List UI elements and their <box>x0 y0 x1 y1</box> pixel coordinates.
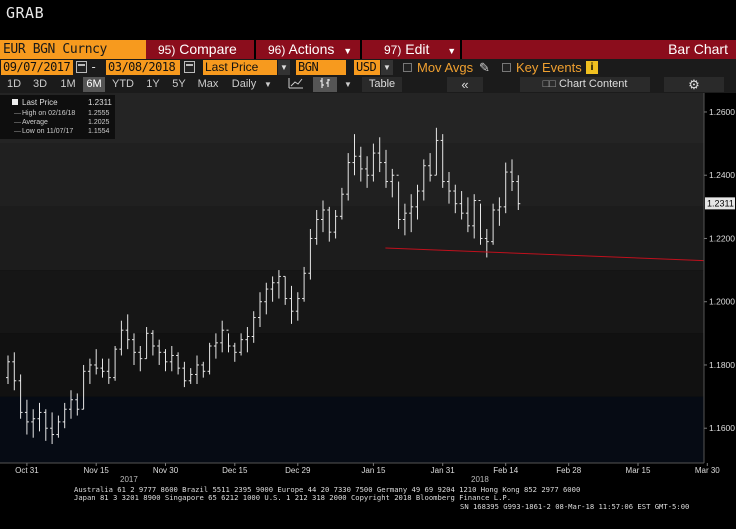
edit-num: 97) <box>384 43 402 57</box>
pencil-icon[interactable]: ✎ <box>479 60 490 75</box>
edit-label: Edit <box>405 41 430 57</box>
legend-value-low: 1.1554 <box>88 128 110 135</box>
range-6m-button[interactable]: 6M <box>83 77 105 92</box>
last-price-tag-label: 1.2311 <box>707 198 734 208</box>
background-band <box>0 206 704 271</box>
legend-marker-avg: — <box>14 119 21 126</box>
frequency-select[interactable]: Daily <box>226 77 262 92</box>
y-tick-labels: 1.1600 1.1800 1.2000 1.2200 1.2400 1.2600 <box>704 107 735 433</box>
y-tick-label: 1.2400 <box>709 170 735 180</box>
window-title: GRAB <box>6 4 45 22</box>
x-tick-label: Nov 30 <box>153 466 179 475</box>
range-max-button[interactable]: Max <box>195 77 221 92</box>
x-tick-label: Mar 30 <box>695 466 720 475</box>
toolbar-primary: 09/07/2017 - 03/08/2018 Last Price ▼ BGN… <box>0 59 736 76</box>
legend-label-last: Last Price <box>22 98 58 107</box>
legend-label-low: Low on 11/07/17 <box>22 128 73 135</box>
mov-avgs-checkbox[interactable] <box>403 63 412 72</box>
y-tick-label: 1.2600 <box>709 107 735 117</box>
chevron-down-icon: ▼ <box>447 46 457 56</box>
line-chart-icon[interactable] <box>284 77 308 92</box>
chart-content-button[interactable]: □□ Chart Content <box>520 77 650 92</box>
x-tick-label: Dec 15 <box>222 466 248 475</box>
mov-avgs-label[interactable]: Mov Avgs <box>417 60 473 75</box>
y-tick-label: 1.1800 <box>709 360 735 370</box>
x-tick-label: Nov 15 <box>84 466 110 475</box>
legend-value-last: 1.2311 <box>88 98 112 107</box>
chevron-down-icon[interactable]: ▼ <box>262 77 274 92</box>
x-tick-label: Dec 29 <box>285 466 311 475</box>
edit-menu[interactable]: 97) Edit ▼ <box>384 40 456 59</box>
price-chart[interactable]: 1.1600 1.1800 1.2000 1.2200 1.2400 1.2600 1.2… <box>0 93 736 529</box>
source-input[interactable]: BGN <box>296 60 346 75</box>
ticker-field[interactable]: EUR BGN Curncy <box>0 40 146 59</box>
legend-value-high: 1.2555 <box>88 110 110 117</box>
last-price-tag: 1.2311 <box>705 197 735 210</box>
y-tick-label: 1.1600 <box>709 423 735 433</box>
x-tick-label: Feb 14 <box>493 466 518 475</box>
footer-line2: Japan 81 3 3201 8900 Singapore 65 6212 1… <box>74 493 511 502</box>
date-dash: - <box>90 60 97 74</box>
range-5y-button[interactable]: 5Y <box>168 77 190 92</box>
compare-num: 95) <box>158 43 176 57</box>
legend-marker-high: — <box>14 110 21 117</box>
calendar-icon[interactable] <box>76 61 87 73</box>
range-3d-button[interactable]: 3D <box>28 77 52 92</box>
chevron-down-icon: ▼ <box>343 46 353 56</box>
toolbar-secondary: 1D 3D 1M 6M YTD 1Y 5Y Max Daily ▼ ▼ Tabl… <box>0 76 736 93</box>
chart-content-label: Chart Content <box>558 78 628 90</box>
actions-menu[interactable]: 96) Actions ▼ <box>268 40 352 59</box>
x-tick-label: Mar 15 <box>626 466 651 475</box>
info-icon[interactable]: i <box>586 61 598 74</box>
legend-marker-low: — <box>14 128 21 135</box>
legend-label-avg: Average <box>22 119 48 126</box>
bar-chart-icon[interactable] <box>313 77 337 92</box>
legend: Last Price 1.2311 — High on 02/16/18 1.2… <box>0 95 115 139</box>
x-tick-label: Jan 31 <box>431 466 456 475</box>
legend-label-high: High on 02/16/18 <box>22 110 75 117</box>
y-tick-label: 1.2000 <box>709 297 735 307</box>
collapse-left-icon[interactable]: « <box>447 77 483 92</box>
x-tick-label: Feb 28 <box>556 466 581 475</box>
background-band <box>0 143 704 207</box>
chevron-down-icon[interactable]: ▼ <box>381 60 393 75</box>
range-ytd-button[interactable]: YTD <box>109 77 137 92</box>
key-events-label[interactable]: Key Events <box>516 60 582 75</box>
x-tick-labels: Oct 31 Nov 15 Nov 30 Dec 15 Dec 29 Jan 15 Jan … <box>15 463 720 475</box>
chart-content-icon: □□ <box>542 78 559 90</box>
gear-icon[interactable]: ⚙ <box>664 77 724 92</box>
chevron-down-icon[interactable]: ▼ <box>342 77 354 92</box>
actions-label: Actions <box>288 41 335 57</box>
end-date-input[interactable]: 03/08/2018 <box>106 60 180 75</box>
x-tick-label: Oct 31 <box>15 466 39 475</box>
footer: Australia 61 2 9777 8600 Brazil 5511 239… <box>74 485 689 511</box>
actions-num: 96) <box>268 43 286 57</box>
key-events-checkbox[interactable] <box>502 63 511 72</box>
chevron-down-icon[interactable]: ▼ <box>278 60 290 75</box>
range-1d-button[interactable]: 1D <box>3 77 25 92</box>
footer-line3: SN 168395 G993-1861-2 08-Mar-18 11:57:06… <box>460 502 689 511</box>
menu-bar: EUR BGN Curncy 95) Compare 96) Actions ▼… <box>0 40 736 59</box>
year-label-2017: 2017 <box>120 475 138 484</box>
title-bar: GRAB <box>0 0 736 40</box>
start-date-input[interactable]: 09/07/2017 <box>1 60 73 75</box>
legend-value-avg: 1.2025 <box>88 119 110 126</box>
calendar-icon[interactable] <box>184 61 195 73</box>
year-labels: 2017 2018 <box>120 475 489 484</box>
currency-input[interactable]: USD <box>354 60 380 75</box>
table-button[interactable]: Table <box>362 77 402 92</box>
compare-label: Compare <box>179 41 237 57</box>
range-1m-button[interactable]: 1M <box>56 77 80 92</box>
plot-background <box>0 93 704 463</box>
chart-type-label[interactable]: Bar Chart <box>668 40 728 59</box>
range-1y-button[interactable]: 1Y <box>142 77 164 92</box>
background-band <box>0 333 704 397</box>
year-label-2018: 2018 <box>471 475 489 484</box>
background-band <box>0 396 704 463</box>
field-select[interactable]: Last Price <box>203 60 277 75</box>
x-tick-label: Jan 15 <box>361 466 386 475</box>
compare-menu[interactable]: 95) Compare <box>158 40 237 59</box>
y-tick-label: 1.2200 <box>709 233 735 243</box>
background-band <box>0 270 704 334</box>
